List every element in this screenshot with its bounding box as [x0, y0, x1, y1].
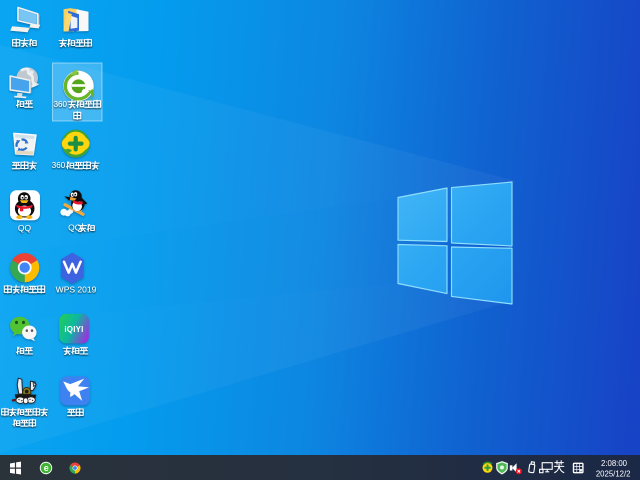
- svg-text:iQIYI: iQIYI: [64, 325, 83, 334]
- svg-text:WPS 2019: WPS 2019: [56, 285, 97, 295]
- svg-text:e: e: [44, 463, 49, 473]
- svg-text:2025/12/2: 2025/12/2: [596, 469, 631, 478]
- svg-text:360: 360: [52, 161, 66, 170]
- svg-text:360: 360: [54, 100, 68, 109]
- svg-text:QQ: QQ: [18, 223, 32, 233]
- svg-text:2:08:00: 2:08:00: [601, 459, 628, 468]
